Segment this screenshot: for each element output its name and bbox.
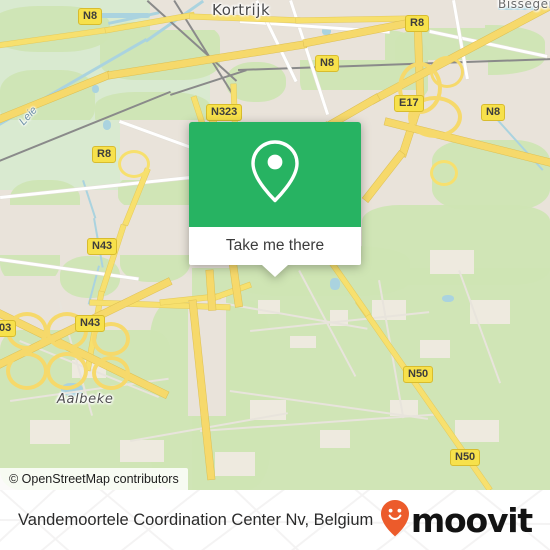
road-shield: N50 [450,449,481,466]
road-shield: N43 [87,238,118,255]
moovit-map-screenshot: N8 N8 R8 N8 E17 N323 R8 N43 N43 03 N50 N… [0,0,550,550]
moovit-wordmark: moovit [410,500,533,540]
road-shield: E17 [394,95,424,112]
moovit-brand-logo[interactable]: moovit [380,499,533,542]
page-title: Vandemoortele Coordination Center Nv, Be… [18,510,374,529]
footer-bar: Vandemoortele Coordination Center Nv, Be… [0,490,550,550]
osm-attribution[interactable]: © OpenStreetMap contributors [0,468,188,490]
road-shield: R8 [405,15,430,32]
road-shield: N8 [78,8,103,25]
road-shield: N43 [75,315,106,332]
location-popup-card[interactable]: Take me there [189,122,361,277]
road-shield: N50 [403,366,434,383]
take-me-there-label: Take me there [225,237,325,254]
moovit-pin-smiley-icon [380,499,410,542]
popup-pointer-tail [262,265,288,277]
popup-image-area [189,122,361,227]
road-shield: N323 [206,104,243,121]
map-canvas[interactable]: N8 N8 R8 N8 E17 N323 R8 N43 N43 03 N50 N… [0,0,550,490]
road-shield: N8 [481,104,506,121]
road-shield: 03 [0,320,17,337]
road-shield: R8 [92,146,117,163]
map-pin-icon [247,137,303,212]
take-me-there-button[interactable]: Take me there [189,227,361,277]
road-shield: N8 [315,55,340,72]
